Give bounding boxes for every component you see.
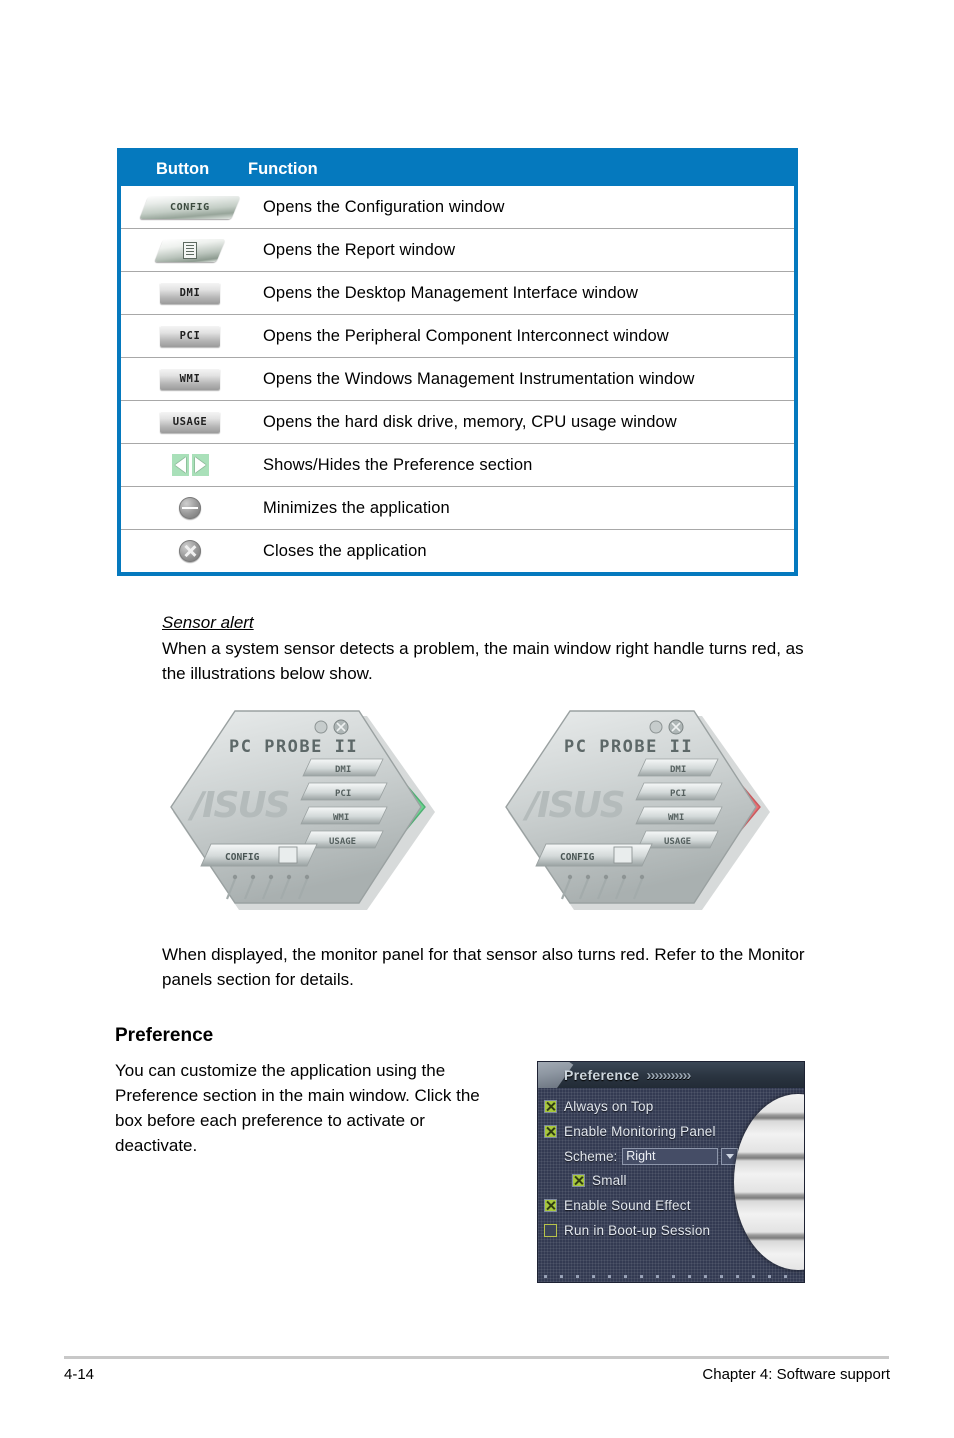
svg-text:CONFIG: CONFIG bbox=[225, 852, 260, 863]
table-cell-button-icon: DMI bbox=[121, 282, 259, 304]
table-cell-function-text: Opens the Peripheral Component Interconn… bbox=[263, 326, 669, 345]
table-cell-function-text: Opens the hard disk drive, memory, CPU u… bbox=[263, 412, 677, 431]
chevron-right-icon: ››››››››››› bbox=[646, 1066, 691, 1084]
show-hide-arrows-icon[interactable] bbox=[171, 454, 209, 476]
wmi-button-icon-label: WMI bbox=[179, 373, 201, 385]
table-cell-function-text: Opens the Configuration window bbox=[263, 197, 505, 216]
button-function-table: Button Function CONFIG Opens the Configur… bbox=[117, 148, 798, 576]
svg-text:PC PROBE II: PC PROBE II bbox=[564, 737, 693, 757]
wmi-button-icon[interactable]: WMI bbox=[160, 368, 220, 390]
preference-option-label: Enable Monitoring Panel bbox=[564, 1124, 716, 1139]
preference-options-list: Always on Top Enable Monitoring Panel Sche… bbox=[538, 1088, 804, 1282]
table-row: Opens the Report window bbox=[121, 229, 794, 272]
svg-text:PCI: PCI bbox=[335, 789, 351, 799]
checkbox-icon[interactable] bbox=[544, 1199, 557, 1212]
preference-panel-title: Preference bbox=[564, 1067, 640, 1083]
svg-text:WMI: WMI bbox=[333, 813, 349, 823]
close-icon[interactable] bbox=[179, 540, 201, 562]
report-button-icon[interactable] bbox=[154, 238, 226, 262]
minimize-icon[interactable] bbox=[179, 497, 201, 519]
table-cell-function-text: Opens the Desktop Management Interface w… bbox=[263, 283, 639, 302]
preference-panel-titlebar: Preference ››››››››››› bbox=[538, 1062, 804, 1088]
svg-text:CONFIG: CONFIG bbox=[560, 852, 595, 863]
preference-body-text: You can customize the application using … bbox=[115, 1061, 480, 1155]
dmi-button-icon-label: DMI bbox=[179, 287, 201, 299]
table-row: Shows/Hides the Preference section bbox=[121, 444, 794, 487]
table-row: CONFIG Opens the Configuration window bbox=[121, 186, 794, 229]
table-row: USAGE Opens the hard disk drive, memory, … bbox=[121, 401, 794, 444]
preference-option-label: Enable Sound Effect bbox=[564, 1198, 691, 1213]
sensor-alert-body: When a system sensor detects a problem, … bbox=[162, 639, 804, 683]
checkbox-icon[interactable] bbox=[544, 1125, 557, 1138]
arrow-left-icon[interactable] bbox=[171, 454, 189, 476]
config-button-icon-label: CONFIG bbox=[170, 201, 210, 213]
column-header-function: Function bbox=[248, 159, 318, 178]
table-row: PCI Opens the Peripheral Component Interc… bbox=[121, 315, 794, 358]
scheme-label: Scheme: bbox=[564, 1148, 618, 1164]
table-cell-button-icon: WMI bbox=[121, 368, 259, 390]
svg-text:WMI: WMI bbox=[668, 813, 684, 823]
pc-probe-illustration-alert: PC PROBE II /ISUS DMI PCI WMI USAGE CONF… bbox=[498, 707, 770, 912]
table-row: DMI Opens the Desktop Management Interfac… bbox=[121, 272, 794, 315]
preference-option-label: Run in Boot-up Session bbox=[564, 1223, 711, 1238]
preference-heading: Preference bbox=[115, 1025, 214, 1046]
table-cell-button-icon bbox=[121, 540, 259, 562]
svg-text:DMI: DMI bbox=[670, 765, 686, 775]
preference-option-label: Small bbox=[592, 1173, 627, 1188]
preference-panel-screenshot: Preference ››››››››››› Always on Top Enab… bbox=[538, 1062, 804, 1282]
usage-button-icon[interactable]: USAGE bbox=[160, 411, 220, 433]
svg-text:PCI: PCI bbox=[670, 789, 686, 799]
table-cell-button-icon: USAGE bbox=[121, 411, 259, 433]
footer-chapter-title: Chapter 4: Software support bbox=[702, 1366, 890, 1383]
svg-text:DMI: DMI bbox=[335, 765, 351, 775]
table-cell-function-text: Opens the Report window bbox=[263, 240, 456, 259]
table-body: CONFIG Opens the Configuration window Open… bbox=[121, 186, 794, 572]
pci-button-icon-label: PCI bbox=[179, 330, 201, 342]
table-row: Minimizes the application bbox=[121, 487, 794, 530]
scheme-select-value[interactable]: Right bbox=[622, 1147, 719, 1165]
table-cell-function-text: Opens the Windows Management Instrumenta… bbox=[263, 369, 695, 388]
footer-page-number: 4-14 bbox=[64, 1366, 95, 1383]
table-header-row: Button Function bbox=[121, 152, 794, 186]
table-cell-button-icon: CONFIG bbox=[121, 195, 259, 219]
checkbox-icon[interactable] bbox=[572, 1174, 585, 1187]
dmi-button-icon[interactable]: DMI bbox=[160, 282, 220, 304]
arrow-right-icon[interactable] bbox=[191, 454, 209, 476]
monitor-panel-note: When displayed, the monitor panel for th… bbox=[162, 945, 805, 989]
pci-button-icon[interactable]: PCI bbox=[160, 325, 220, 347]
table-cell-function-text: Closes the application bbox=[263, 541, 427, 560]
table-cell-button-icon bbox=[121, 238, 259, 262]
checkbox-icon[interactable] bbox=[544, 1224, 557, 1237]
column-header-button: Button bbox=[156, 159, 210, 178]
table-cell-button-icon: PCI bbox=[121, 325, 259, 347]
table-row: WMI Opens the Windows Management Instrume… bbox=[121, 358, 794, 401]
document-glyph-icon bbox=[183, 241, 197, 259]
svg-text:/ISUS: /ISUS bbox=[522, 785, 624, 826]
table-cell-function-text: Minimizes the application bbox=[263, 498, 450, 517]
table-cell-button-icon bbox=[121, 497, 259, 519]
sensor-alert-heading: Sensor alert bbox=[162, 613, 254, 632]
checkbox-icon[interactable] bbox=[544, 1100, 557, 1113]
panel-bottom-dots bbox=[544, 1275, 798, 1278]
preference-option-label: Always on Top bbox=[564, 1099, 654, 1114]
footer-divider bbox=[64, 1356, 889, 1359]
svg-text:/ISUS: /ISUS bbox=[187, 785, 289, 826]
table-cell-function-text: Shows/Hides the Preference section bbox=[263, 455, 533, 474]
svg-text:USAGE: USAGE bbox=[329, 837, 356, 847]
config-button-icon[interactable]: CONFIG bbox=[139, 195, 241, 219]
usage-button-icon-label: USAGE bbox=[172, 416, 208, 428]
pc-probe-illustration-normal: PC PROBE II /ISUS DMI PCI WMI USAGE CONF… bbox=[163, 707, 435, 912]
svg-text:PC PROBE II: PC PROBE II bbox=[229, 737, 358, 757]
svg-text:USAGE: USAGE bbox=[664, 837, 691, 847]
table-cell-button-icon bbox=[121, 454, 259, 476]
table-row: Closes the application bbox=[121, 530, 794, 572]
